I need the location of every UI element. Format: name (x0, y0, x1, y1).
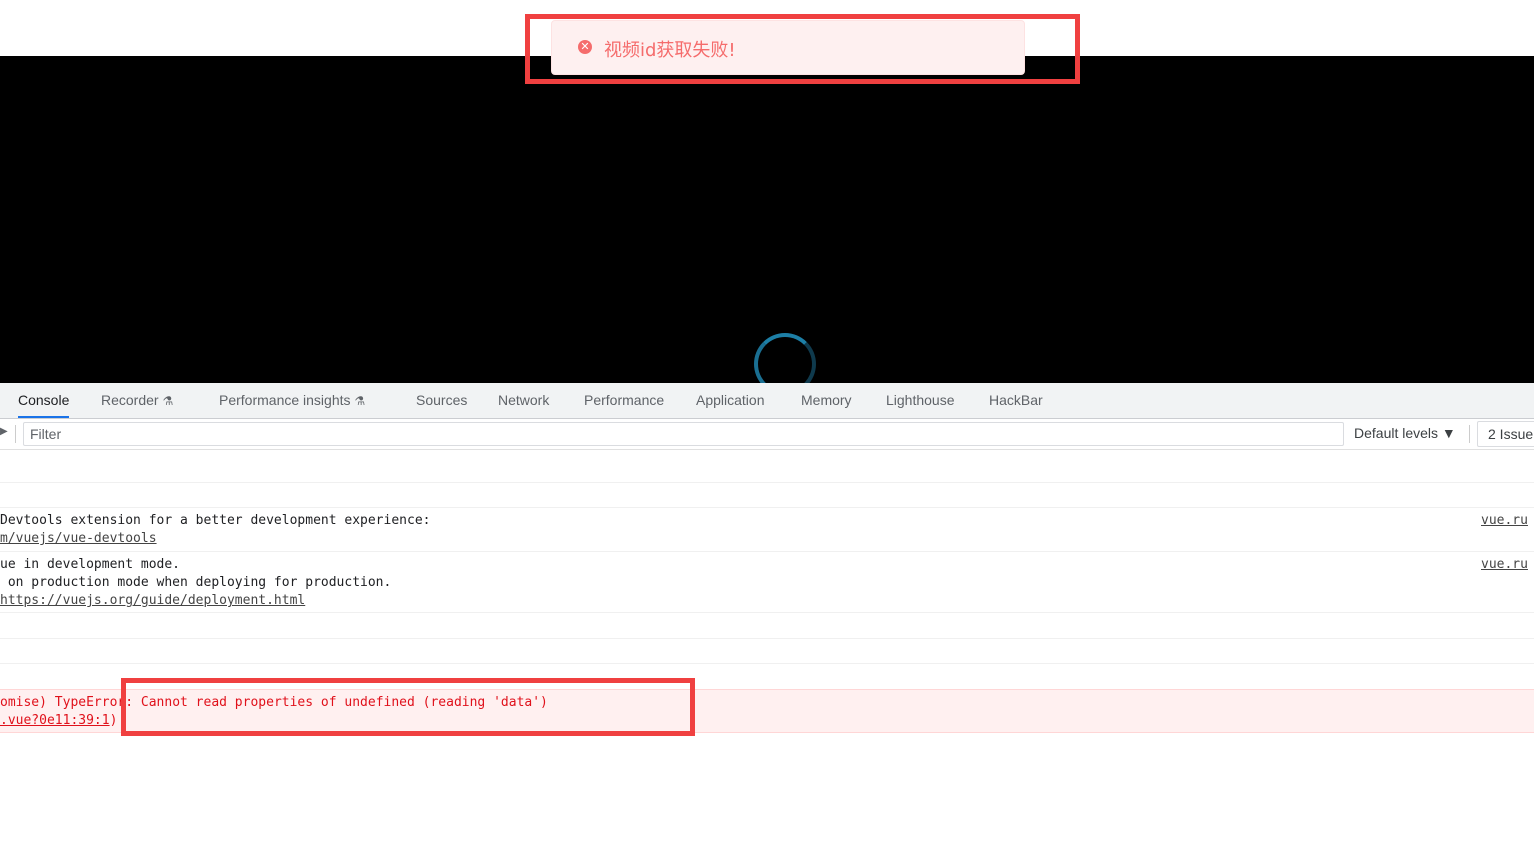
tab-label: Performance insights (219, 392, 351, 408)
play-arrow-icon[interactable]: ▶ (0, 426, 8, 437)
tab-memory[interactable]: Memory (801, 383, 852, 418)
error-close-paren: ) (109, 713, 118, 728)
tab-label: Console (18, 392, 70, 408)
error-prefix: omise) TypeError (0, 695, 126, 710)
console-toolbar: ▶ Default levels ▼ 2 Issue (0, 419, 1534, 450)
flask-icon: ⚗ (162, 394, 174, 408)
console-link[interactable]: https://vuejs.org/guide/deployment.html (0, 593, 305, 608)
console-text: ue in development mode. (0, 557, 181, 572)
devtools-panel: Console Recorder ⚗ Performance insights ⚗ … (0, 383, 1534, 849)
tab-network[interactable]: Network (498, 383, 549, 418)
tab-label: Performance (584, 392, 665, 408)
tab-performance-insights[interactable]: Performance insights ⚗ (219, 383, 365, 418)
tab-label: Application (696, 392, 765, 408)
filter-input[interactable] (23, 422, 1344, 446)
tab-hackbar[interactable]: HackBar (989, 383, 1043, 418)
tab-application[interactable]: Application (696, 383, 765, 418)
tab-label: Lighthouse (886, 392, 955, 408)
highlight-box-toast (525, 14, 1080, 84)
console-row-empty (0, 639, 1534, 664)
tab-label: Memory (801, 392, 852, 408)
devtools-tab-bar: Console Recorder ⚗ Performance insights ⚗ … (0, 383, 1534, 419)
tab-console[interactable]: Console (18, 383, 70, 418)
error-stack-line: .vue?0e11:39:1) (0, 713, 117, 728)
console-text: Devtools extension for a better developm… (0, 513, 431, 528)
tab-lighthouse[interactable]: Lighthouse (886, 383, 955, 418)
tab-label: Network (498, 392, 550, 408)
tab-sources[interactable]: Sources (416, 383, 467, 418)
console-message: ue in development mode. on production mo… (0, 552, 1534, 613)
source-link[interactable]: vue.ru (1481, 513, 1528, 528)
error-location-link[interactable]: .vue?0e11:39:1 (0, 713, 110, 728)
tab-recorder[interactable]: Recorder ⚗ (101, 383, 173, 418)
console-row-empty (0, 450, 1534, 483)
loading-spinner-icon (754, 333, 816, 383)
flask-icon: ⚗ (354, 394, 366, 408)
tab-performance[interactable]: Performance (584, 383, 664, 418)
tab-label: Recorder (101, 392, 159, 408)
console-message: Devtools extension for a better developm… (0, 508, 1534, 552)
video-player[interactable] (0, 56, 1534, 383)
toolbar-divider (15, 425, 16, 443)
tab-label: Sources (416, 392, 468, 408)
source-link[interactable]: vue.ru (1481, 557, 1528, 572)
tab-label: HackBar (989, 392, 1043, 408)
highlight-box-error (121, 678, 695, 736)
console-row-empty (0, 613, 1534, 639)
console-row-empty (0, 483, 1534, 508)
log-levels-dropdown[interactable]: Default levels ▼ (1354, 425, 1456, 441)
console-text: on production mode when deploying for pr… (0, 575, 392, 590)
console-link[interactable]: m/vuejs/vue-devtools (0, 531, 157, 546)
issues-button[interactable]: 2 Issue (1477, 421, 1534, 447)
toolbar-divider (1469, 425, 1470, 443)
